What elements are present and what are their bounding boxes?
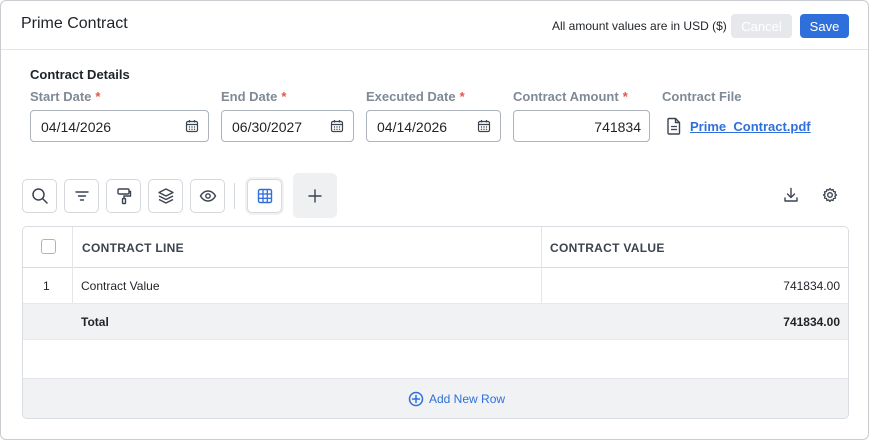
required-marker: * (95, 89, 101, 104)
document-icon (667, 117, 681, 135)
download-icon (784, 187, 798, 202)
executed-date-field[interactable]: 04/14/2026 (366, 110, 501, 142)
toolbar-divider (234, 183, 235, 209)
contract-value-cell[interactable]: 741834.00 (783, 279, 840, 293)
add-view-button[interactable] (293, 173, 337, 218)
contract-lines-table: CONTRACT LINE CONTRACT VALUE 1 Contract … (22, 226, 849, 419)
column-header-contract-value[interactable]: CONTRACT VALUE (550, 241, 665, 255)
download-button[interactable] (780, 183, 802, 207)
total-label: Total (81, 315, 109, 329)
select-all-checkbox[interactable] (41, 239, 56, 254)
visibility-button[interactable] (190, 179, 225, 213)
currency-note: All amount values are in USD ($) (552, 19, 727, 33)
cancel-button[interactable]: Cancel (731, 14, 792, 38)
search-icon (31, 188, 48, 204)
table-row[interactable]: 1 Contract Value 741834.00 (23, 268, 848, 304)
add-new-row-button[interactable]: Add New Row (408, 391, 505, 407)
start-date-label: Start Date * (30, 89, 101, 104)
calendar-icon[interactable] (330, 119, 344, 133)
paint-roller-icon (116, 188, 131, 205)
eye-icon (199, 190, 216, 202)
filter-icon (74, 191, 89, 201)
required-marker: * (622, 89, 628, 104)
contract-amount-field[interactable]: 741834 (513, 110, 650, 142)
executed-date-value: 04/14/2026 (377, 119, 448, 135)
layers-button[interactable] (148, 179, 183, 213)
plus-circle-icon (408, 391, 424, 407)
contract-file-link[interactable]: Prime_Contract.pdf (666, 117, 811, 135)
table-header: CONTRACT LINE CONTRACT VALUE (23, 227, 848, 268)
settings-button[interactable] (819, 183, 841, 207)
filter-button[interactable] (64, 179, 99, 213)
prime-contract-dialog: Prime Contract All amount values are in … (0, 0, 869, 440)
add-new-row-label[interactable]: Add New Row (429, 392, 505, 406)
contract-file-name[interactable]: Prime_Contract.pdf (690, 119, 811, 134)
dialog-header: Prime Contract All amount values are in … (1, 1, 868, 50)
contract-file-label: Contract File (662, 89, 742, 104)
table-footer: Add New Row (23, 378, 848, 418)
contract-line-cell[interactable]: Contract Value (81, 279, 160, 293)
plus-icon (308, 188, 322, 203)
contract-details-heading: Contract Details (30, 67, 130, 82)
end-date-value: 06/30/2027 (232, 119, 303, 135)
contract-amount-value: 741834 (594, 119, 641, 135)
grid-icon (257, 188, 272, 204)
end-date-field[interactable]: 06/30/2027 (221, 110, 354, 142)
grid-view-button[interactable] (247, 179, 282, 213)
column-header-contract-line[interactable]: CONTRACT LINE (82, 241, 184, 255)
executed-date-label: Executed Date * (366, 89, 465, 104)
dialog-title: Prime Contract (21, 15, 128, 32)
required-marker: * (459, 89, 465, 104)
row-index: 1 (43, 279, 50, 293)
start-date-value: 04/14/2026 (41, 119, 112, 135)
search-button[interactable] (22, 179, 57, 213)
calendar-icon[interactable] (185, 119, 199, 133)
total-row: Total 741834.00 (23, 304, 848, 340)
end-date-label: End Date * (221, 89, 287, 104)
total-value: 741834.00 (783, 315, 840, 329)
format-button[interactable] (106, 179, 141, 213)
layers-icon (157, 188, 174, 204)
gear-icon (822, 187, 838, 203)
save-button[interactable]: Save (800, 14, 849, 38)
start-date-field[interactable]: 04/14/2026 (30, 110, 209, 142)
required-marker: * (281, 89, 287, 104)
calendar-icon[interactable] (477, 119, 491, 133)
contract-amount-label: Contract Amount * (513, 89, 628, 104)
